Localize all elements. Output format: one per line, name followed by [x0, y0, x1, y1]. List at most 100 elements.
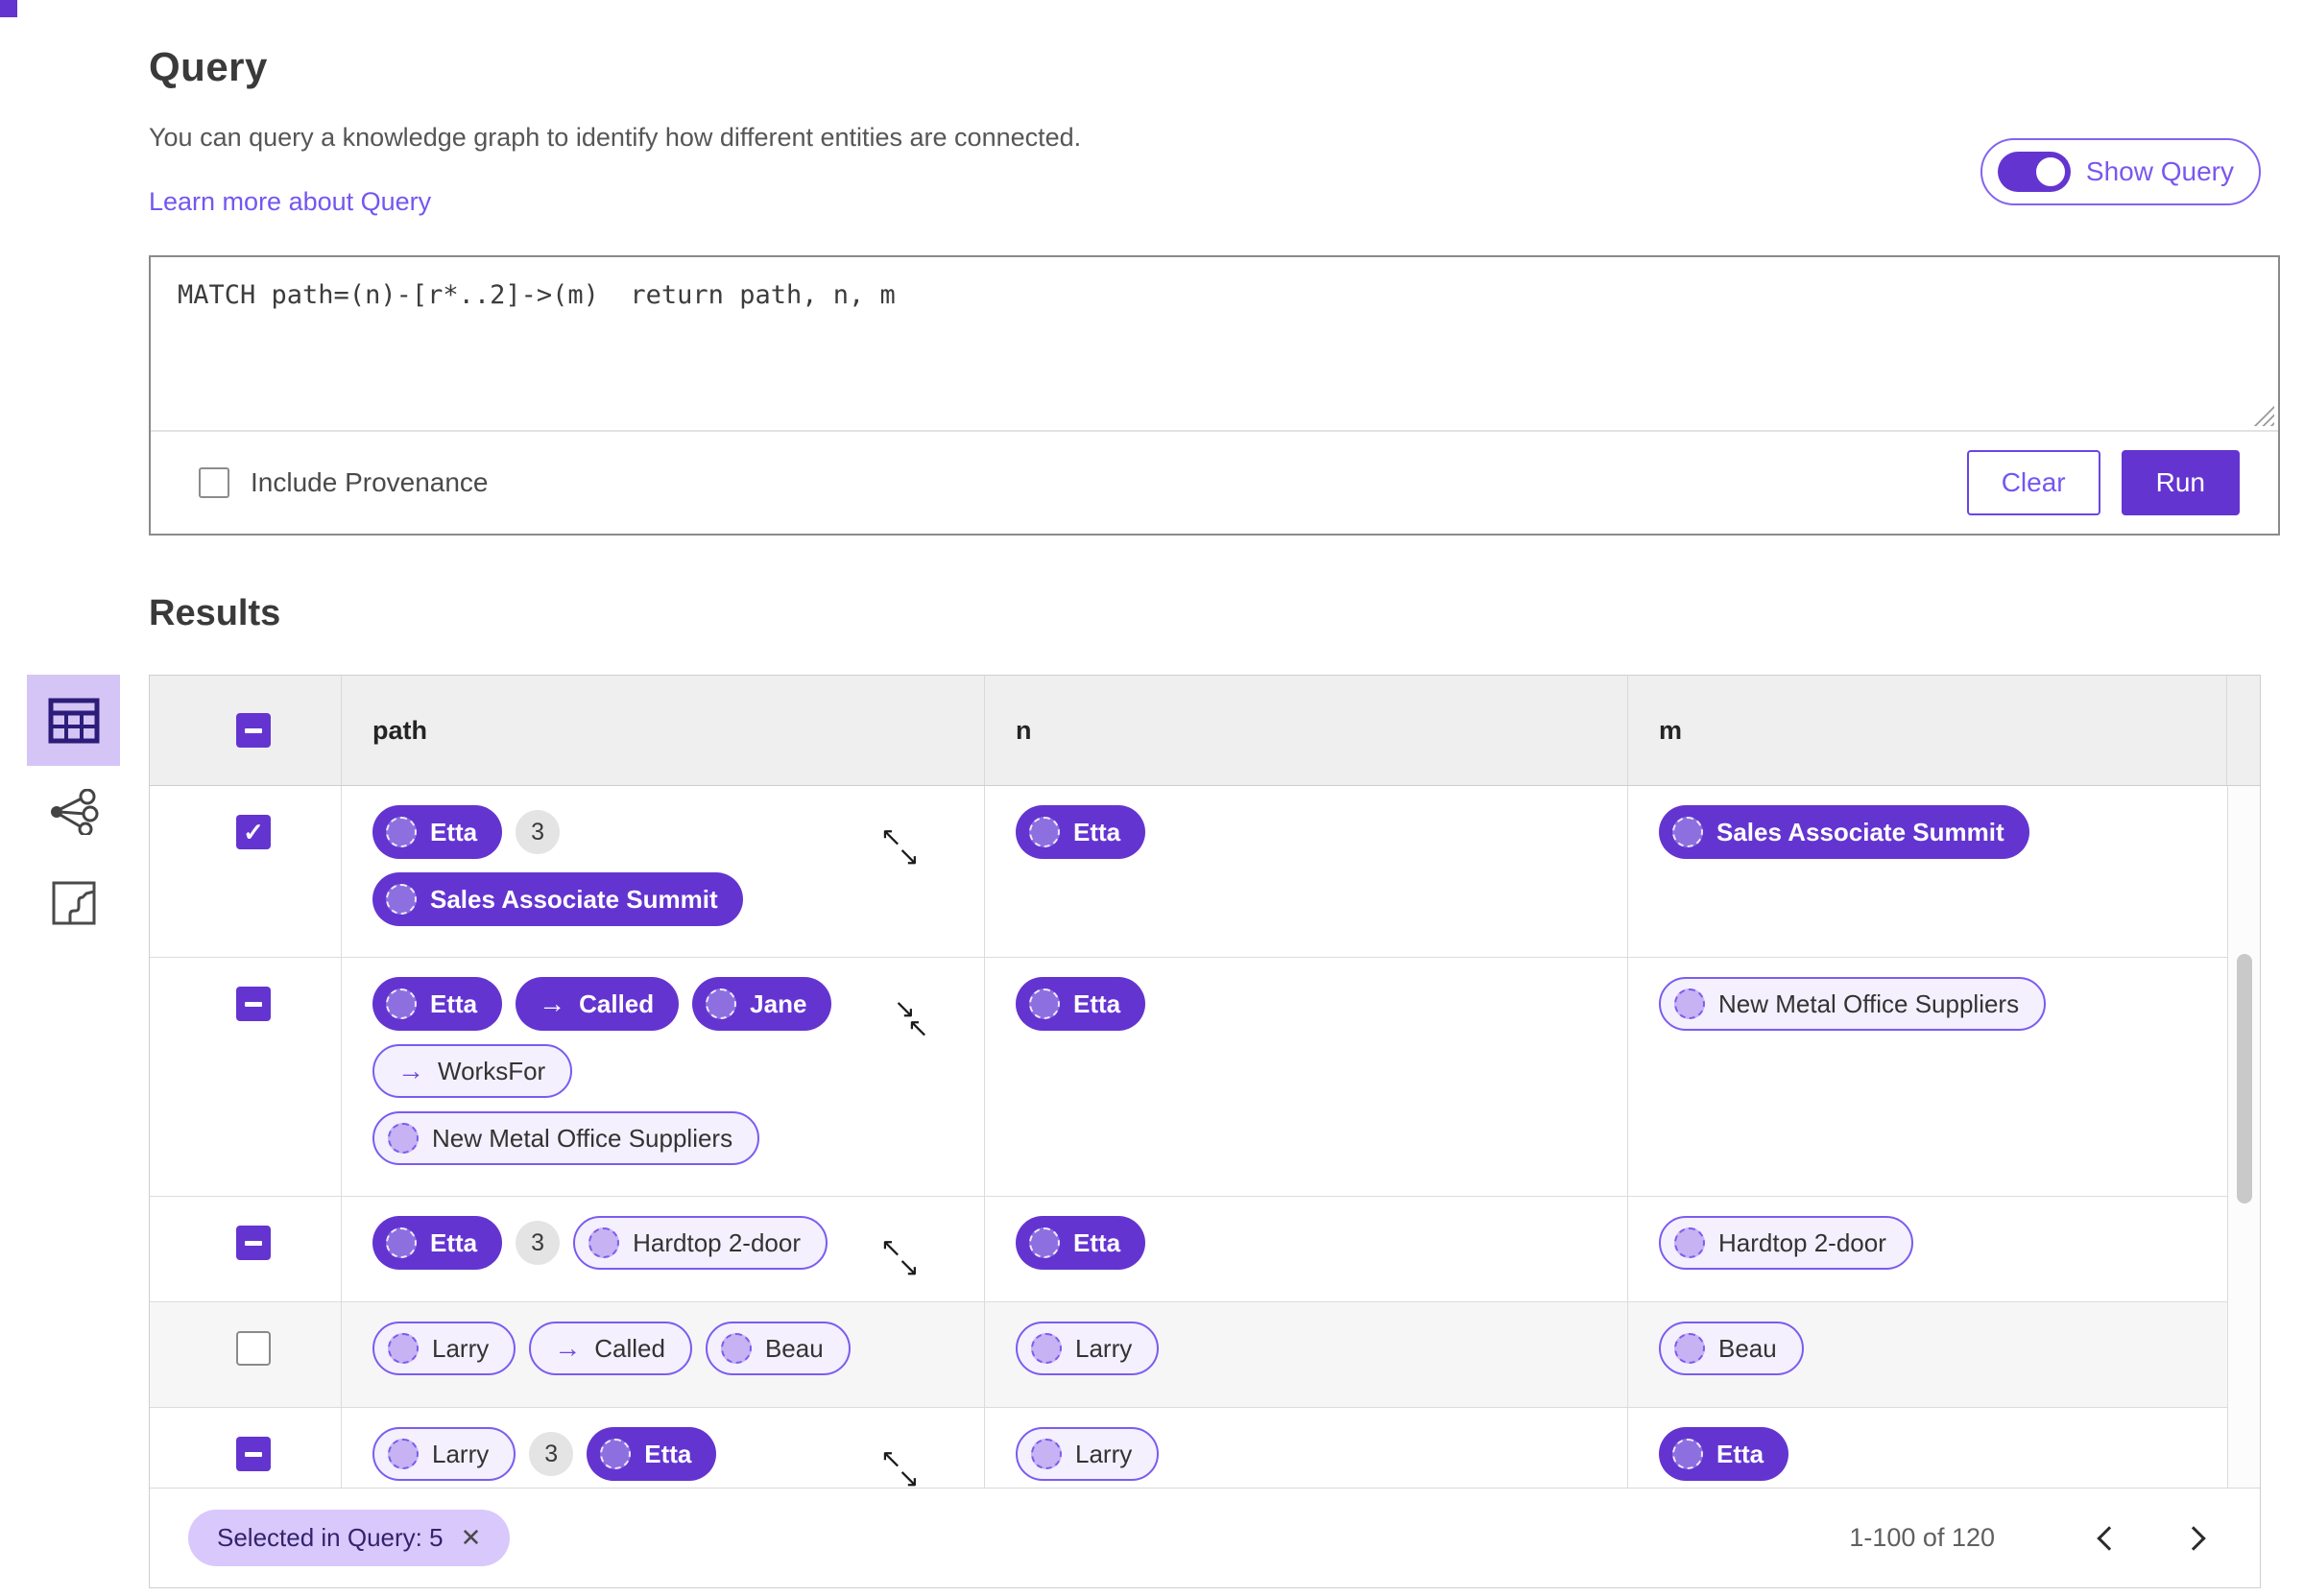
- table-row[interactable]: Etta → Called Jane → WorksFor New Metal Office…: [150, 958, 2227, 1197]
- row-checkbox-indeterminate[interactable]: [236, 1226, 271, 1260]
- node-circle-icon: [1674, 989, 1705, 1019]
- expand-row-icon[interactable]: ↖ ↘: [880, 824, 926, 870]
- show-query-toggle[interactable]: Show Query: [1980, 138, 2261, 205]
- node-pill[interactable]: Larry: [372, 1427, 516, 1481]
- node-pill[interactable]: Etta: [372, 1216, 503, 1270]
- table-row[interactable]: Larry 3 Etta ↖ ↘ Larry Etta: [150, 1408, 2227, 1488]
- pill-label: Larry: [1075, 1439, 1133, 1468]
- node-circle-icon: [1031, 1439, 1062, 1469]
- pill-label: New Metal Office Suppliers: [1718, 989, 2020, 1018]
- path-cell: Etta 3 Hardtop 2-door ↖ ↘: [342, 1197, 985, 1301]
- table-body: Etta 3 Sales Associate Summit ↖↘ Etta Sales A…: [150, 786, 2260, 1488]
- node-pill[interactable]: Etta: [1659, 1427, 1789, 1481]
- node-pill[interactable]: Jane: [692, 977, 832, 1031]
- toggle-on-icon[interactable]: [1997, 152, 2071, 192]
- table-row[interactable]: Etta 3 Hardtop 2-door ↖ ↘ Etta Hardtop 2-door: [150, 1197, 2227, 1302]
- toggle-knob: [2032, 155, 2068, 189]
- table-view-button[interactable]: [27, 675, 120, 766]
- edge-pill[interactable]: → Called: [529, 1322, 692, 1375]
- row-checkbox-indeterminate[interactable]: [236, 987, 271, 1021]
- select-all-checkbox[interactable]: [236, 713, 271, 748]
- pill-label: Larry: [1075, 1333, 1133, 1363]
- graph-view-button[interactable]: [27, 766, 120, 857]
- node-pill[interactable]: Larry: [1016, 1427, 1160, 1481]
- scrollbar-track[interactable]: [2227, 786, 2260, 1488]
- table-row[interactable]: Larry → Called Beau Larry Beau: [150, 1302, 2227, 1408]
- node-circle-icon: [600, 1439, 632, 1469]
- selected-in-query-chip[interactable]: Selected in Query: 5 ✕: [188, 1510, 511, 1566]
- node-pill[interactable]: Etta: [1016, 977, 1146, 1031]
- node-pill[interactable]: Etta: [587, 1427, 717, 1481]
- pill-label: Beau: [764, 1333, 824, 1363]
- edge-pill[interactable]: → WorksFor: [372, 1044, 573, 1098]
- pill-line: Larry: [1016, 1427, 1627, 1481]
- table-row[interactable]: Etta 3 Sales Associate Summit ↖↘ Etta Sales A…: [150, 786, 2227, 958]
- node-pill[interactable]: Beau: [1659, 1322, 1804, 1375]
- column-header-n[interactable]: n: [985, 676, 1628, 785]
- node-pill[interactable]: New Metal Office Suppliers: [372, 1111, 760, 1165]
- node-circle-icon: [1031, 1333, 1062, 1364]
- node-pill[interactable]: Etta: [372, 977, 503, 1031]
- row-checkbox-indeterminate[interactable]: [236, 1437, 271, 1471]
- pill-line: Etta: [1659, 1427, 2227, 1481]
- include-provenance-label: Include Provenance: [251, 467, 489, 497]
- header-scroll-gutter: [2227, 676, 2260, 785]
- chevron-right-icon[interactable]: [2181, 1525, 2206, 1551]
- map-view-button[interactable]: [27, 857, 120, 948]
- pill-label: Sales Associate Summit: [430, 884, 718, 914]
- node-pill[interactable]: Sales Associate Summit: [1659, 805, 2029, 859]
- row-checkbox-checked[interactable]: [236, 815, 271, 849]
- pagination-range: 1-100 of 120: [1849, 1523, 1995, 1552]
- query-textarea[interactable]: MATCH path=(n)-[r*..2]->(m) return path,…: [151, 257, 2278, 430]
- m-cell: New Metal Office Suppliers: [1628, 958, 2227, 1196]
- pill-label: Etta: [430, 989, 478, 1018]
- node-pill[interactable]: Beau: [705, 1322, 851, 1375]
- clear-button[interactable]: Clear: [1966, 450, 2100, 515]
- node-pill[interactable]: Hardtop 2-door: [573, 1216, 828, 1270]
- scrollbar-thumb[interactable]: [2236, 954, 2252, 1203]
- show-query-label: Show Query: [2085, 156, 2234, 186]
- node-pill[interactable]: Etta: [1016, 805, 1146, 859]
- edge-pill[interactable]: → Called: [516, 977, 680, 1031]
- path-cell: Etta 3 Sales Associate Summit ↖ ↘: [342, 786, 985, 957]
- node-pill[interactable]: Hardtop 2-door: [1659, 1216, 1913, 1270]
- arrow-diag-icon: ↘: [898, 1464, 920, 1489]
- expand-row-icon[interactable]: ↖ ↘: [880, 1446, 926, 1489]
- row-checkbox-cell: [150, 786, 342, 957]
- pill-label: WorksFor: [438, 1056, 546, 1085]
- node-pill[interactable]: Etta: [1016, 1216, 1146, 1270]
- page-description: You can query a knowledge graph to ident…: [149, 123, 1082, 152]
- close-icon[interactable]: ✕: [461, 1523, 482, 1553]
- n-cell: Etta: [985, 958, 1628, 1196]
- node-circle-icon: [386, 1227, 417, 1258]
- node-pill[interactable]: Larry: [372, 1322, 516, 1375]
- collapse-row-icon[interactable]: ↘ ↖: [880, 996, 929, 1042]
- column-header-path[interactable]: path: [342, 676, 985, 785]
- table-header-row: path n m: [150, 676, 2260, 786]
- node-circle-icon: [388, 1123, 419, 1154]
- chevron-left-icon[interactable]: [2097, 1525, 2122, 1551]
- expand-row-icon[interactable]: ↖ ↘: [880, 1235, 926, 1281]
- page-title: Query: [149, 44, 268, 89]
- node-pill[interactable]: New Metal Office Suppliers: [1659, 977, 2047, 1031]
- pill-label: Etta: [430, 817, 478, 846]
- m-cell: Sales Associate Summit: [1628, 786, 2227, 957]
- node-pill[interactable]: Larry: [1016, 1322, 1160, 1375]
- pill-label: Etta: [1073, 817, 1121, 846]
- node-circle-icon: [1674, 1227, 1705, 1258]
- node-pill[interactable]: Sales Associate Summit: [372, 872, 743, 926]
- column-header-m[interactable]: m: [1628, 676, 2227, 785]
- row-checkbox-unchecked[interactable]: [236, 1331, 271, 1366]
- include-provenance-checkbox[interactable]: Include Provenance: [199, 467, 489, 498]
- node-pill[interactable]: Etta: [372, 805, 503, 859]
- learn-more-link[interactable]: Learn more about Query: [149, 187, 431, 217]
- node-circle-icon: [706, 989, 737, 1019]
- n-cell: Larry: [985, 1302, 1628, 1407]
- chip-label: Selected in Query: 5: [217, 1523, 444, 1552]
- count-badge: 3: [516, 810, 561, 854]
- run-button[interactable]: Run: [2121, 450, 2240, 515]
- pill-line: Larry → Called Beau: [372, 1322, 984, 1375]
- checkbox-unchecked-icon[interactable]: [199, 467, 229, 498]
- node-circle-icon: [386, 884, 417, 915]
- pill-line: New Metal Office Suppliers: [1659, 977, 2227, 1031]
